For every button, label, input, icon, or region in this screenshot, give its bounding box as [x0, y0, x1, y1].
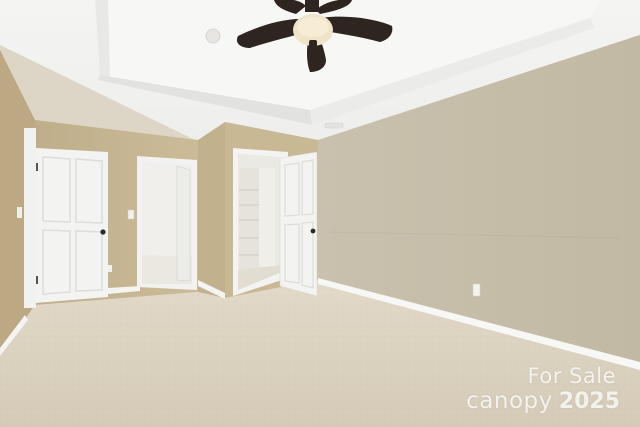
watermark-brand: canopy [466, 388, 553, 414]
watermark-year: 2025 [558, 389, 620, 414]
watermark: For Sale canopy 2025 [466, 366, 620, 413]
outlet-left-wall [108, 265, 112, 272]
room-illustration [0, 0, 640, 427]
thermostat [17, 207, 22, 218]
room-photo: For Sale canopy 2025 [0, 0, 640, 427]
door-left-frame [24, 128, 36, 308]
closet-door-knob-icon[interactable] [310, 228, 316, 234]
bathroom-door-open[interactable] [176, 165, 191, 282]
ceiling-vent [324, 122, 344, 129]
watermark-brand-line: canopy 2025 [466, 390, 620, 413]
back-wall-center [198, 122, 225, 298]
smoke-detector-icon [205, 28, 221, 44]
door-left[interactable] [36, 148, 108, 303]
door-left-knob-icon[interactable] [100, 229, 106, 235]
watermark-for-sale: For Sale [527, 364, 616, 388]
light-switch[interactable] [127, 209, 135, 220]
outlet-right-wall [472, 283, 481, 297]
